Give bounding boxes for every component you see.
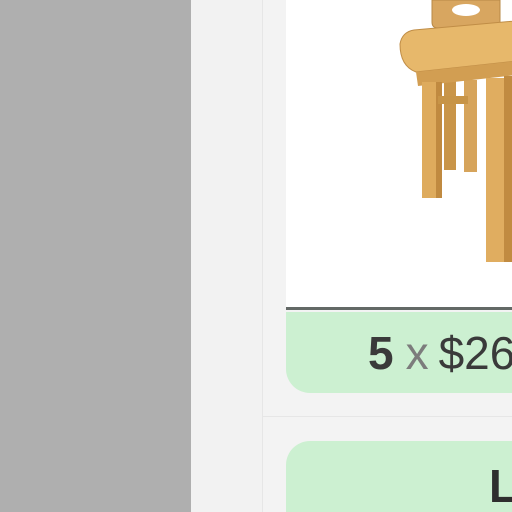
quantity: 5 [368,327,394,379]
next-item-pill[interactable]: L [286,441,512,512]
price-line: 5 x $26 [368,328,512,378]
gutter [191,0,262,512]
left-panel [0,0,191,512]
card-bottom-bar [286,307,512,310]
next-item-label: L [489,460,512,512]
product-card[interactable] [286,0,512,310]
row-divider [263,416,512,417]
app-root: 5 x $26 L [0,0,512,512]
wooden-table-and-chair-image [399,0,512,262]
unit-price: $26 [438,327,512,379]
price-pill[interactable]: 5 x $26 [286,312,512,393]
times-sign: x [405,327,429,379]
